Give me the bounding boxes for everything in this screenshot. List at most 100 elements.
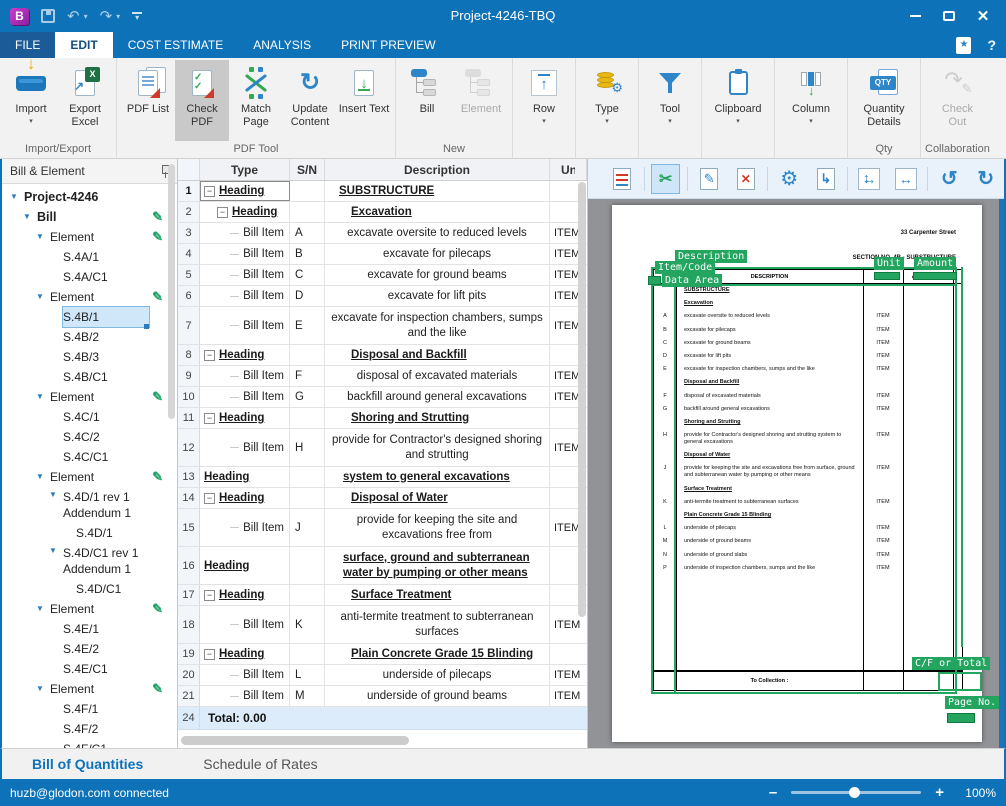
table-row[interactable]: 12Bill ItemHprovide for Contractor's des… [178, 429, 587, 467]
serial-number[interactable]: M [290, 686, 325, 706]
serial-number[interactable] [290, 181, 325, 201]
description-cell[interactable]: excavate oversite to reduced levels [325, 223, 550, 243]
description-cell[interactable]: underside of pilecaps [325, 665, 550, 685]
row-type[interactable]: −Heading [200, 408, 290, 428]
row-type[interactable]: Bill Item [200, 387, 290, 407]
table-row[interactable]: 13Headingsystem to general excavations [178, 467, 587, 488]
row-type[interactable]: Bill Item [200, 366, 290, 386]
tool-button[interactable]: Tool ▾ [643, 60, 697, 141]
check-pdf-button[interactable]: ✓✓ Check PDF [175, 60, 229, 141]
edit-pencil-icon[interactable]: ✎ [152, 207, 163, 227]
unit-cell[interactable]: ITEM [550, 665, 587, 685]
table-row[interactable]: 14−Heading Disposal of Water [178, 488, 587, 509]
unit-cell[interactable] [550, 644, 587, 664]
serial-number[interactable]: A [290, 223, 325, 243]
row-number[interactable]: 14 [178, 488, 200, 508]
tab-print-preview[interactable]: PRINT PREVIEW [326, 32, 450, 58]
row-number[interactable]: 17 [178, 585, 200, 605]
row-number[interactable]: 2 [178, 202, 200, 222]
column-header-sn[interactable]: S/N [290, 159, 325, 180]
row-type[interactable]: Bill Item [200, 686, 290, 706]
tree-item-s-4e-1[interactable]: S.4E/1 [2, 619, 177, 639]
row-type[interactable]: −Heading [200, 488, 290, 508]
description-cell[interactable]: Plain Concrete Grade 15 Blinding [325, 644, 550, 664]
type-button[interactable]: ⚙ Type ▾ [580, 60, 634, 141]
new-bill-button[interactable]: Bill [400, 60, 454, 141]
collapse-icon[interactable]: − [204, 413, 215, 424]
expand-arrow-icon[interactable]: ▼ [23, 207, 31, 227]
tree-item-s-4b-2[interactable]: S.4B/2 [2, 327, 177, 347]
unit-cell[interactable]: ITEM [550, 686, 587, 706]
table-row[interactable]: 1−HeadingSUBSTRUCTURE [178, 181, 587, 202]
row-type[interactable]: Bill Item [200, 307, 290, 344]
table-row[interactable]: 19−HeadingPlain Concrete Grade 15 Blindi… [178, 644, 587, 665]
tree-item-element[interactable]: ▼Element✎ [2, 599, 177, 619]
edit-pencil-icon[interactable]: ✎ [152, 227, 163, 247]
annotation-item-code[interactable]: Item/Code [655, 261, 715, 274]
tree-item-s-4a-c1[interactable]: S.4A/C1 [2, 267, 177, 287]
row-type[interactable]: Heading [200, 547, 290, 584]
description-cell[interactable]: surface, ground and subterranean water b… [325, 547, 550, 584]
column-button[interactable]: ↓ Column ▾ [779, 60, 843, 141]
maximize-button[interactable] [932, 0, 966, 32]
column-header-type[interactable]: Type [200, 159, 290, 180]
row-type[interactable]: Bill Item [200, 223, 290, 243]
annotation-cf-total[interactable]: C/F or Total [912, 657, 990, 670]
annotation-badge[interactable] [648, 276, 661, 285]
serial-number[interactable]: F [290, 366, 325, 386]
tree-item-s-4f-1[interactable]: S.4F/1 [2, 699, 177, 719]
tree-item-element[interactable]: ▼Element✎ [2, 287, 177, 307]
serial-number[interactable]: E [290, 307, 325, 344]
row-number[interactable]: 15 [178, 509, 200, 546]
description-cell[interactable]: underside of ground beams [325, 686, 550, 706]
zoom-in-button[interactable]: + [935, 784, 944, 801]
description-cell[interactable]: provide for keeping the site and excavat… [325, 509, 550, 546]
zoom-out-button[interactable]: – [769, 784, 777, 801]
row-button[interactable]: ↑ Row ▾ [517, 60, 571, 141]
serial-number[interactable]: C [290, 265, 325, 285]
tree-item-s-4c-2[interactable]: S.4C/2 [2, 427, 177, 447]
total-row[interactable]: 24 Total: 0.00 [178, 707, 587, 730]
page-no-badge[interactable] [947, 713, 975, 723]
row-number[interactable]: 4 [178, 244, 200, 264]
serial-number[interactable]: G [290, 387, 325, 407]
description-cell[interactable]: Disposal of Water [325, 488, 550, 508]
description-cell[interactable]: backfill around general excavations [325, 387, 550, 407]
tab-cost-estimate[interactable]: COST ESTIMATE [113, 32, 239, 58]
row-type[interactable]: −Heading [200, 202, 290, 222]
edit-pencil-icon[interactable]: ✎ [152, 467, 163, 487]
tree-item-s-4e-c1[interactable]: S.4E/C1 [2, 659, 177, 679]
rotate-left-icon[interactable]: ↺ [936, 165, 963, 193]
serial-number[interactable]: B [290, 244, 325, 264]
select-region-icon[interactable] [609, 165, 636, 193]
row-type[interactable]: Heading [200, 467, 290, 487]
row-type[interactable]: −Heading [200, 345, 290, 365]
tree-item-s-4d-c1[interactable]: S.4D/C1 [2, 579, 177, 599]
settings-icon[interactable]: ⚙ [776, 165, 803, 193]
annotation-page-no[interactable]: Page No. [945, 696, 999, 709]
row-number[interactable]: 9 [178, 366, 200, 386]
edit-pencil-icon[interactable]: ✎ [152, 599, 163, 619]
tree-item-s-4f-c1[interactable]: S.4F/C1 [2, 739, 177, 748]
serial-number[interactable] [290, 202, 325, 222]
minimize-button[interactable] [898, 0, 932, 32]
collapse-icon[interactable]: − [204, 186, 215, 197]
row-type[interactable]: −Heading [200, 644, 290, 664]
serial-number[interactable]: J [290, 509, 325, 546]
description-cell[interactable]: Excavation [325, 202, 550, 222]
table-row[interactable]: 11−HeadingShoring and Strutting [178, 408, 587, 429]
serial-number[interactable]: D [290, 286, 325, 306]
edit-pencil-icon[interactable]: ✎ [152, 679, 163, 699]
description-cell[interactable]: system to general excavations [325, 467, 550, 487]
expand-arrow-icon[interactable]: ▼ [36, 467, 44, 487]
pdf-vertical-scrollbar[interactable] [999, 199, 1004, 748]
serial-number[interactable] [290, 547, 325, 584]
tree-item-s-4c-c1[interactable]: S.4C/C1 [2, 447, 177, 467]
row-type[interactable]: Bill Item [200, 665, 290, 685]
description-cell[interactable]: excavate for lift pits [325, 286, 550, 306]
annotation-amount-badge[interactable] [913, 272, 957, 280]
serial-number[interactable]: L [290, 665, 325, 685]
row-type[interactable]: Bill Item [200, 429, 290, 466]
annotation-data-area[interactable]: Data Area [662, 274, 722, 287]
table-row[interactable]: 8−HeadingDisposal and Backfill [178, 345, 587, 366]
